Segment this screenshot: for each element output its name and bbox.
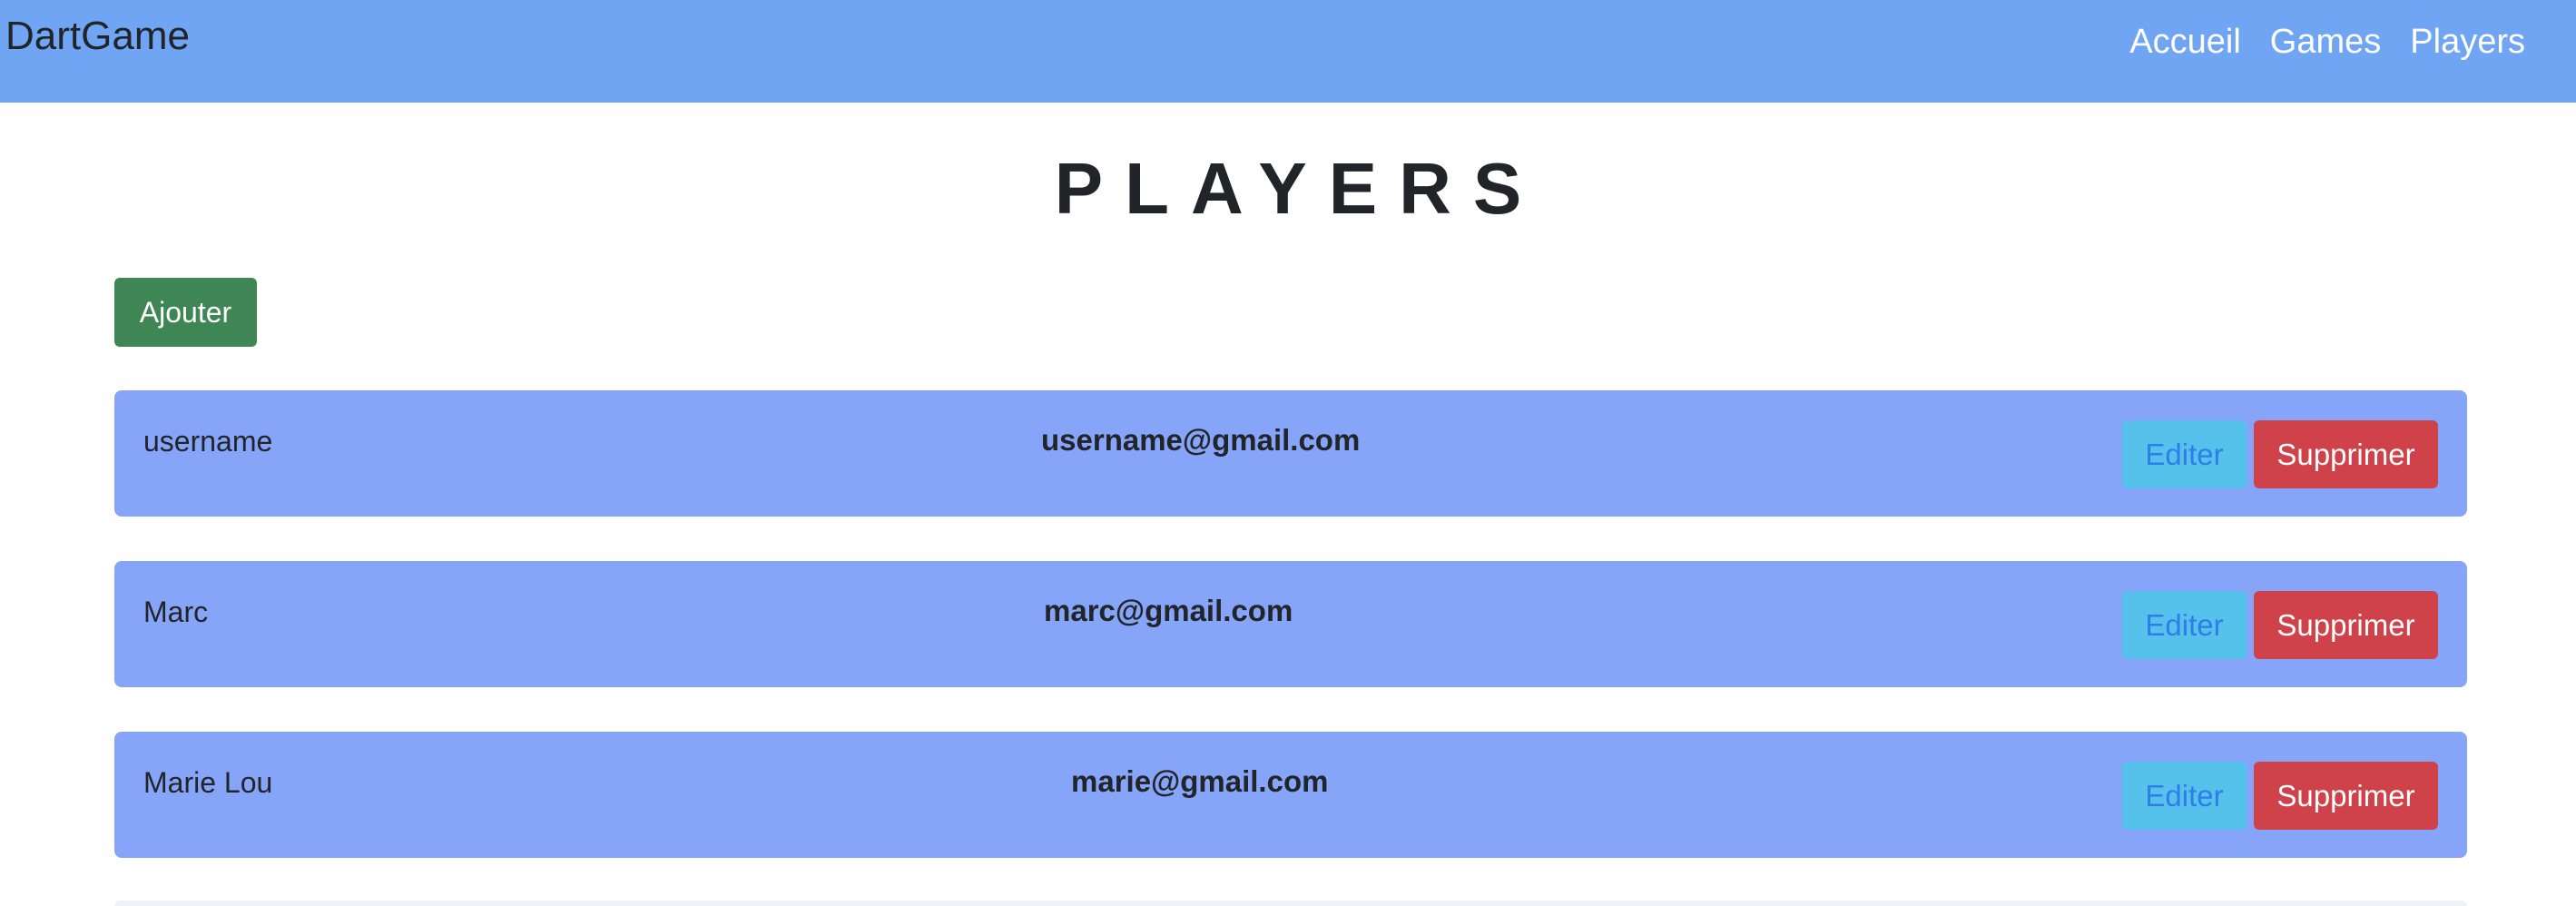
page-title: PLAYERS bbox=[1054, 148, 1544, 229]
player-card: Marc marc@gmail.com Editer Supprimer bbox=[114, 561, 2467, 687]
edit-button[interactable]: Editer bbox=[2122, 591, 2247, 659]
player-card: username username@gmail.com Editer Suppr… bbox=[114, 390, 2467, 517]
navbar: DartGame Accueil Games Players bbox=[0, 0, 2576, 103]
player-email: marc@gmail.com bbox=[1044, 594, 1293, 627]
player-email: username@gmail.com bbox=[1041, 423, 1361, 457]
delete-button[interactable]: Supprimer bbox=[2254, 591, 2438, 659]
player-email: marie@gmail.com bbox=[1071, 764, 1329, 798]
nav-link-players[interactable]: Players bbox=[2410, 20, 2525, 64]
next-card-edge bbox=[114, 901, 2467, 906]
add-player-button[interactable]: Ajouter bbox=[114, 278, 257, 347]
nav-links: Accueil Games Players bbox=[2129, 20, 2525, 64]
delete-button[interactable]: Supprimer bbox=[2254, 762, 2438, 830]
nav-link-accueil[interactable]: Accueil bbox=[2129, 20, 2241, 64]
brand-logo[interactable]: DartGame bbox=[5, 13, 190, 61]
player-name: username bbox=[143, 425, 273, 458]
edit-button[interactable]: Editer bbox=[2122, 420, 2247, 488]
player-card: Marie Lou marie@gmail.com Editer Supprim… bbox=[114, 732, 2467, 858]
nav-link-games[interactable]: Games bbox=[2270, 20, 2381, 64]
player-name: Marc bbox=[143, 596, 209, 628]
delete-button[interactable]: Supprimer bbox=[2254, 420, 2438, 488]
edit-button[interactable]: Editer bbox=[2122, 762, 2247, 830]
player-name: Marie Lou bbox=[143, 766, 273, 799]
